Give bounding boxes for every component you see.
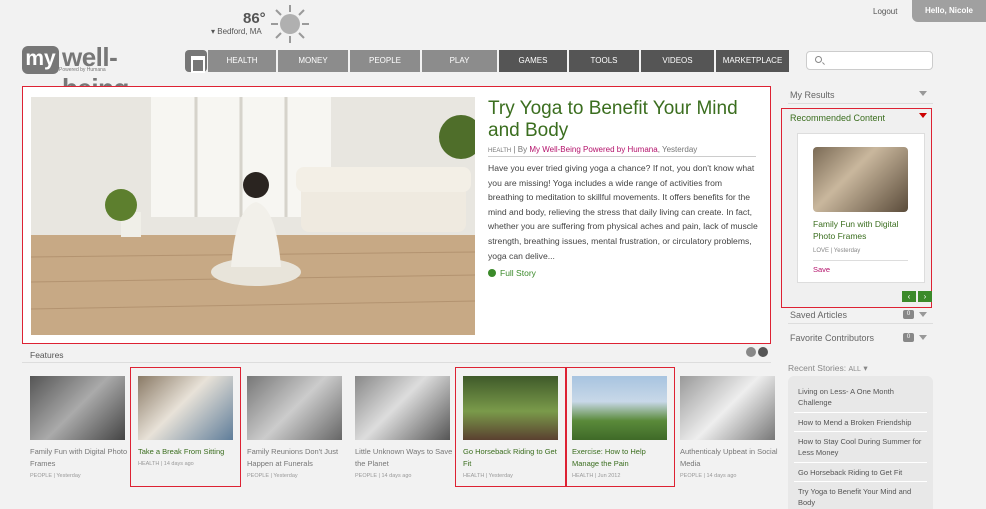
recent-story-item[interactable]: How to Mend a Broken Friendship	[798, 417, 923, 428]
favorite-contributors-count: 0	[903, 333, 914, 342]
nav-tab-money[interactable]: MONEY	[278, 50, 348, 72]
yoga-hero-image[interactable]	[31, 97, 475, 335]
full-story-link[interactable]: Full Story	[488, 268, 536, 278]
search-icon	[815, 56, 822, 63]
hero-divider	[488, 156, 756, 157]
feature-item[interactable]: Little Unknown Ways to Save the Planet PE…	[355, 446, 455, 482]
feature-caption: Little Unknown Ways to Save the Planet	[355, 447, 453, 468]
feature-item[interactable]: Go Horseback Riding to Get Fit HEALTH | Y…	[463, 446, 563, 482]
recommended-caption[interactable]: Family Fun with Digital Photo Frames	[813, 218, 913, 242]
feature-image[interactable]	[247, 376, 342, 440]
feature-item[interactable]: Authenticaly Upbeat in Social Media PEOPL…	[680, 446, 780, 482]
save-link[interactable]: Save	[813, 265, 830, 274]
nav-tab-play[interactable]: PLAY	[422, 50, 497, 72]
feature-meta: HEALTH | 14 days ago	[138, 461, 194, 467]
weather-temperature: 86°	[243, 10, 266, 27]
sidebar-divider	[788, 103, 933, 104]
nav-tab-health[interactable]: HEALTH	[208, 50, 276, 72]
logout-link[interactable]: Logout	[873, 7, 897, 16]
list-divider	[794, 412, 927, 413]
feature-image[interactable]	[355, 376, 450, 440]
nav-tab-videos[interactable]: VIDEOS	[641, 50, 714, 72]
recommended-meta: LOVE | Yesterday	[813, 248, 861, 254]
site-logo[interactable]: my well-being Powered by Humana	[22, 42, 172, 103]
full-story-label: Full Story	[500, 268, 536, 278]
feature-item[interactable]: Family Reunions Don't Just Happen at Fun…	[247, 446, 347, 482]
chevron-down-icon[interactable]	[919, 113, 927, 118]
hero-author-link[interactable]: My Well-Being Powered by Humana	[529, 145, 657, 154]
feature-caption: Family Reunions Don't Just Happen at Fun…	[247, 447, 339, 468]
feature-caption: Go Horseback Riding to Get Fit	[463, 447, 557, 468]
sun-icon	[271, 5, 309, 43]
search-input[interactable]	[806, 51, 933, 70]
feature-meta: PEOPLE | 14 days ago	[355, 473, 412, 479]
logo-mark: my	[22, 46, 59, 74]
nav-tab-people[interactable]: PEOPLE	[350, 50, 420, 72]
recent-story-item[interactable]: How to Stay Cool During Summer for Less …	[798, 436, 923, 458]
recent-stories-label: Recent Stories:	[788, 363, 847, 373]
main-nav: HEALTH MONEY PEOPLE PLAY GAMES TOOLS VID…	[208, 50, 789, 72]
recent-story-item[interactable]: Go Horseback Riding to Get Fit	[798, 467, 923, 478]
user-greeting-button[interactable]: Hello, Nicole	[912, 0, 986, 22]
recent-story-item[interactable]: Living on Less- A One Month Challenge	[798, 386, 923, 408]
next-circle-icon[interactable]	[758, 347, 768, 357]
recommended-image[interactable]	[813, 147, 908, 212]
favorite-contributors-header[interactable]: Favorite Contributors	[790, 333, 874, 343]
feature-meta: PEOPLE | 14 days ago	[680, 473, 737, 479]
recent-stories-header[interactable]: Recent Stories: ALL ▾	[788, 363, 868, 374]
recommended-divider	[813, 260, 908, 261]
recent-stories-list: Living on Less- A One Month Challenge Ho…	[788, 376, 933, 509]
home-icon[interactable]	[185, 50, 207, 73]
saved-articles-header[interactable]: Saved Articles	[790, 310, 847, 320]
my-results-header[interactable]: My Results	[790, 90, 835, 100]
feature-image[interactable]	[463, 376, 558, 440]
list-divider	[794, 462, 927, 463]
nav-tab-games[interactable]: GAMES	[499, 50, 567, 72]
hero-meta: HEALTH | By My Well-Being Powered by Hum…	[488, 145, 697, 154]
hero-body: Have you ever tried giving yoga a chance…	[488, 163, 758, 261]
feature-image[interactable]	[138, 376, 233, 440]
weather-location[interactable]: ▾ Bedford, MA	[211, 27, 262, 36]
feature-item[interactable]: Family Fun with Digital Photo Frames PEOP…	[30, 446, 130, 482]
feature-item[interactable]: Take a Break From Sitting HEALTH | 14 day…	[138, 446, 238, 470]
chevron-down-icon[interactable]	[919, 312, 927, 317]
feature-caption: Exercise: How to Help Manage the Pain	[572, 447, 646, 468]
list-divider	[794, 431, 927, 432]
feature-caption: Authenticaly Upbeat in Social Media	[680, 447, 778, 468]
feature-image[interactable]	[30, 376, 125, 440]
hero-date: , Yesterday	[657, 145, 698, 154]
next-arrow-icon[interactable]: ›	[918, 291, 932, 302]
hero-by: | By	[513, 145, 528, 154]
feature-item[interactable]: Exercise: How to Help Manage the Pain HEA…	[572, 446, 672, 482]
feature-meta: PEOPLE | Yesterday	[247, 473, 298, 479]
list-divider	[794, 481, 927, 482]
feature-image[interactable]	[572, 376, 667, 440]
nav-tab-tools[interactable]: TOOLS	[569, 50, 639, 72]
chevron-down-icon[interactable]	[919, 335, 927, 340]
feature-caption: Take a Break From Sitting	[138, 447, 225, 456]
sidebar-divider	[788, 323, 933, 324]
prev-arrow-icon[interactable]: ‹	[902, 291, 916, 302]
logo-tagline: Powered by Humana	[59, 67, 106, 73]
plus-circle-icon	[488, 269, 496, 277]
features-title: Features	[30, 350, 64, 360]
prev-circle-icon[interactable]	[746, 347, 756, 357]
hero-title[interactable]: Try Yoga to Benefit Your Mind and Body	[488, 98, 758, 142]
feature-meta: HEALTH | Jun 2012	[572, 473, 621, 479]
feature-caption: Family Fun with Digital Photo Frames	[30, 447, 128, 468]
feature-meta: HEALTH | Yesterday	[463, 473, 513, 479]
recent-filter: ALL	[848, 366, 861, 373]
hero-category[interactable]: HEALTH	[488, 148, 511, 154]
chevron-down-icon[interactable]	[919, 91, 927, 96]
saved-articles-count: 0	[903, 310, 914, 319]
nav-tab-marketplace[interactable]: MARKETPLACE	[716, 50, 789, 72]
recent-story-item[interactable]: Try Yoga to Benefit Your Mind and Body	[798, 486, 923, 508]
weather-location-label: Bedford, MA	[217, 27, 262, 36]
features-divider	[22, 362, 771, 363]
feature-image[interactable]	[680, 376, 775, 440]
recommended-title[interactable]: Recommended Content	[790, 113, 885, 123]
feature-meta: PEOPLE | Yesterday	[30, 473, 81, 479]
